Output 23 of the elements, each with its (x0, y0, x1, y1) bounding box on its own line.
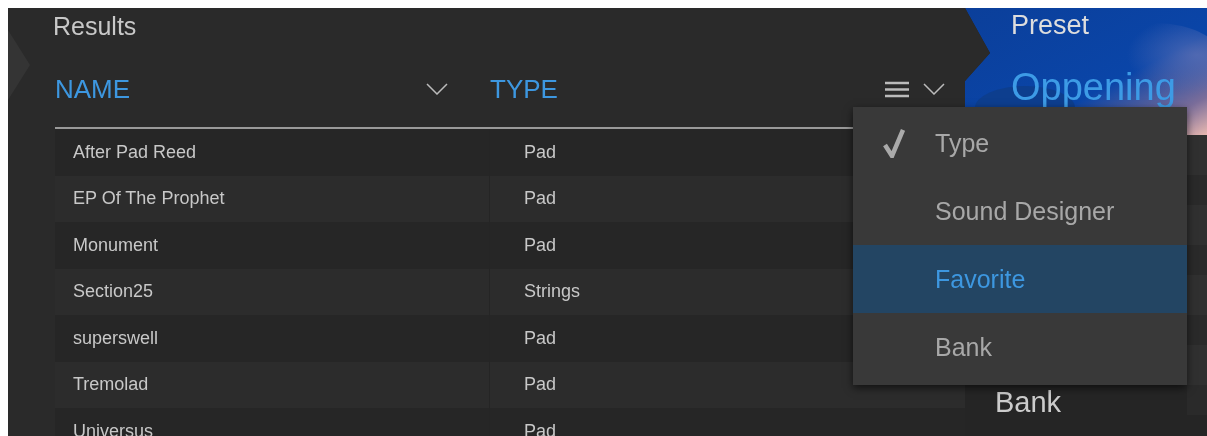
column-header[interactable]: NAME (55, 73, 131, 105)
menu-item[interactable]: Type (853, 109, 1187, 177)
table-cell: After Pad Reed (55, 129, 490, 176)
chevron-down-icon[interactable] (923, 83, 945, 95)
preset-name: Oppening (1011, 66, 1176, 109)
field-label: Bank (995, 386, 1062, 419)
table-cell-text: Pad (523, 140, 558, 164)
menu-item[interactable]: Sound Designer (853, 177, 1187, 245)
menu-item[interactable]: Bank (853, 313, 1187, 381)
menu-item[interactable]: Favorite (853, 245, 1187, 313)
table-cell: superswell (55, 315, 490, 362)
panel-title: Results (53, 12, 137, 41)
table-cell-text: Pad (523, 187, 558, 211)
panel-title: Preset (1011, 10, 1090, 41)
table-cell: Monument (55, 222, 490, 269)
table-cell: Universus (55, 408, 490, 436)
table-cell-text: Pad (523, 373, 558, 397)
table-cell-text: Pad (523, 233, 558, 257)
chevron-down-icon[interactable] (426, 83, 448, 95)
table-cell-text: Pad (523, 326, 558, 350)
table-cell-text: Strings (523, 280, 582, 304)
column-header[interactable]: TYPE (490, 73, 558, 105)
menu-icon[interactable] (885, 80, 909, 98)
